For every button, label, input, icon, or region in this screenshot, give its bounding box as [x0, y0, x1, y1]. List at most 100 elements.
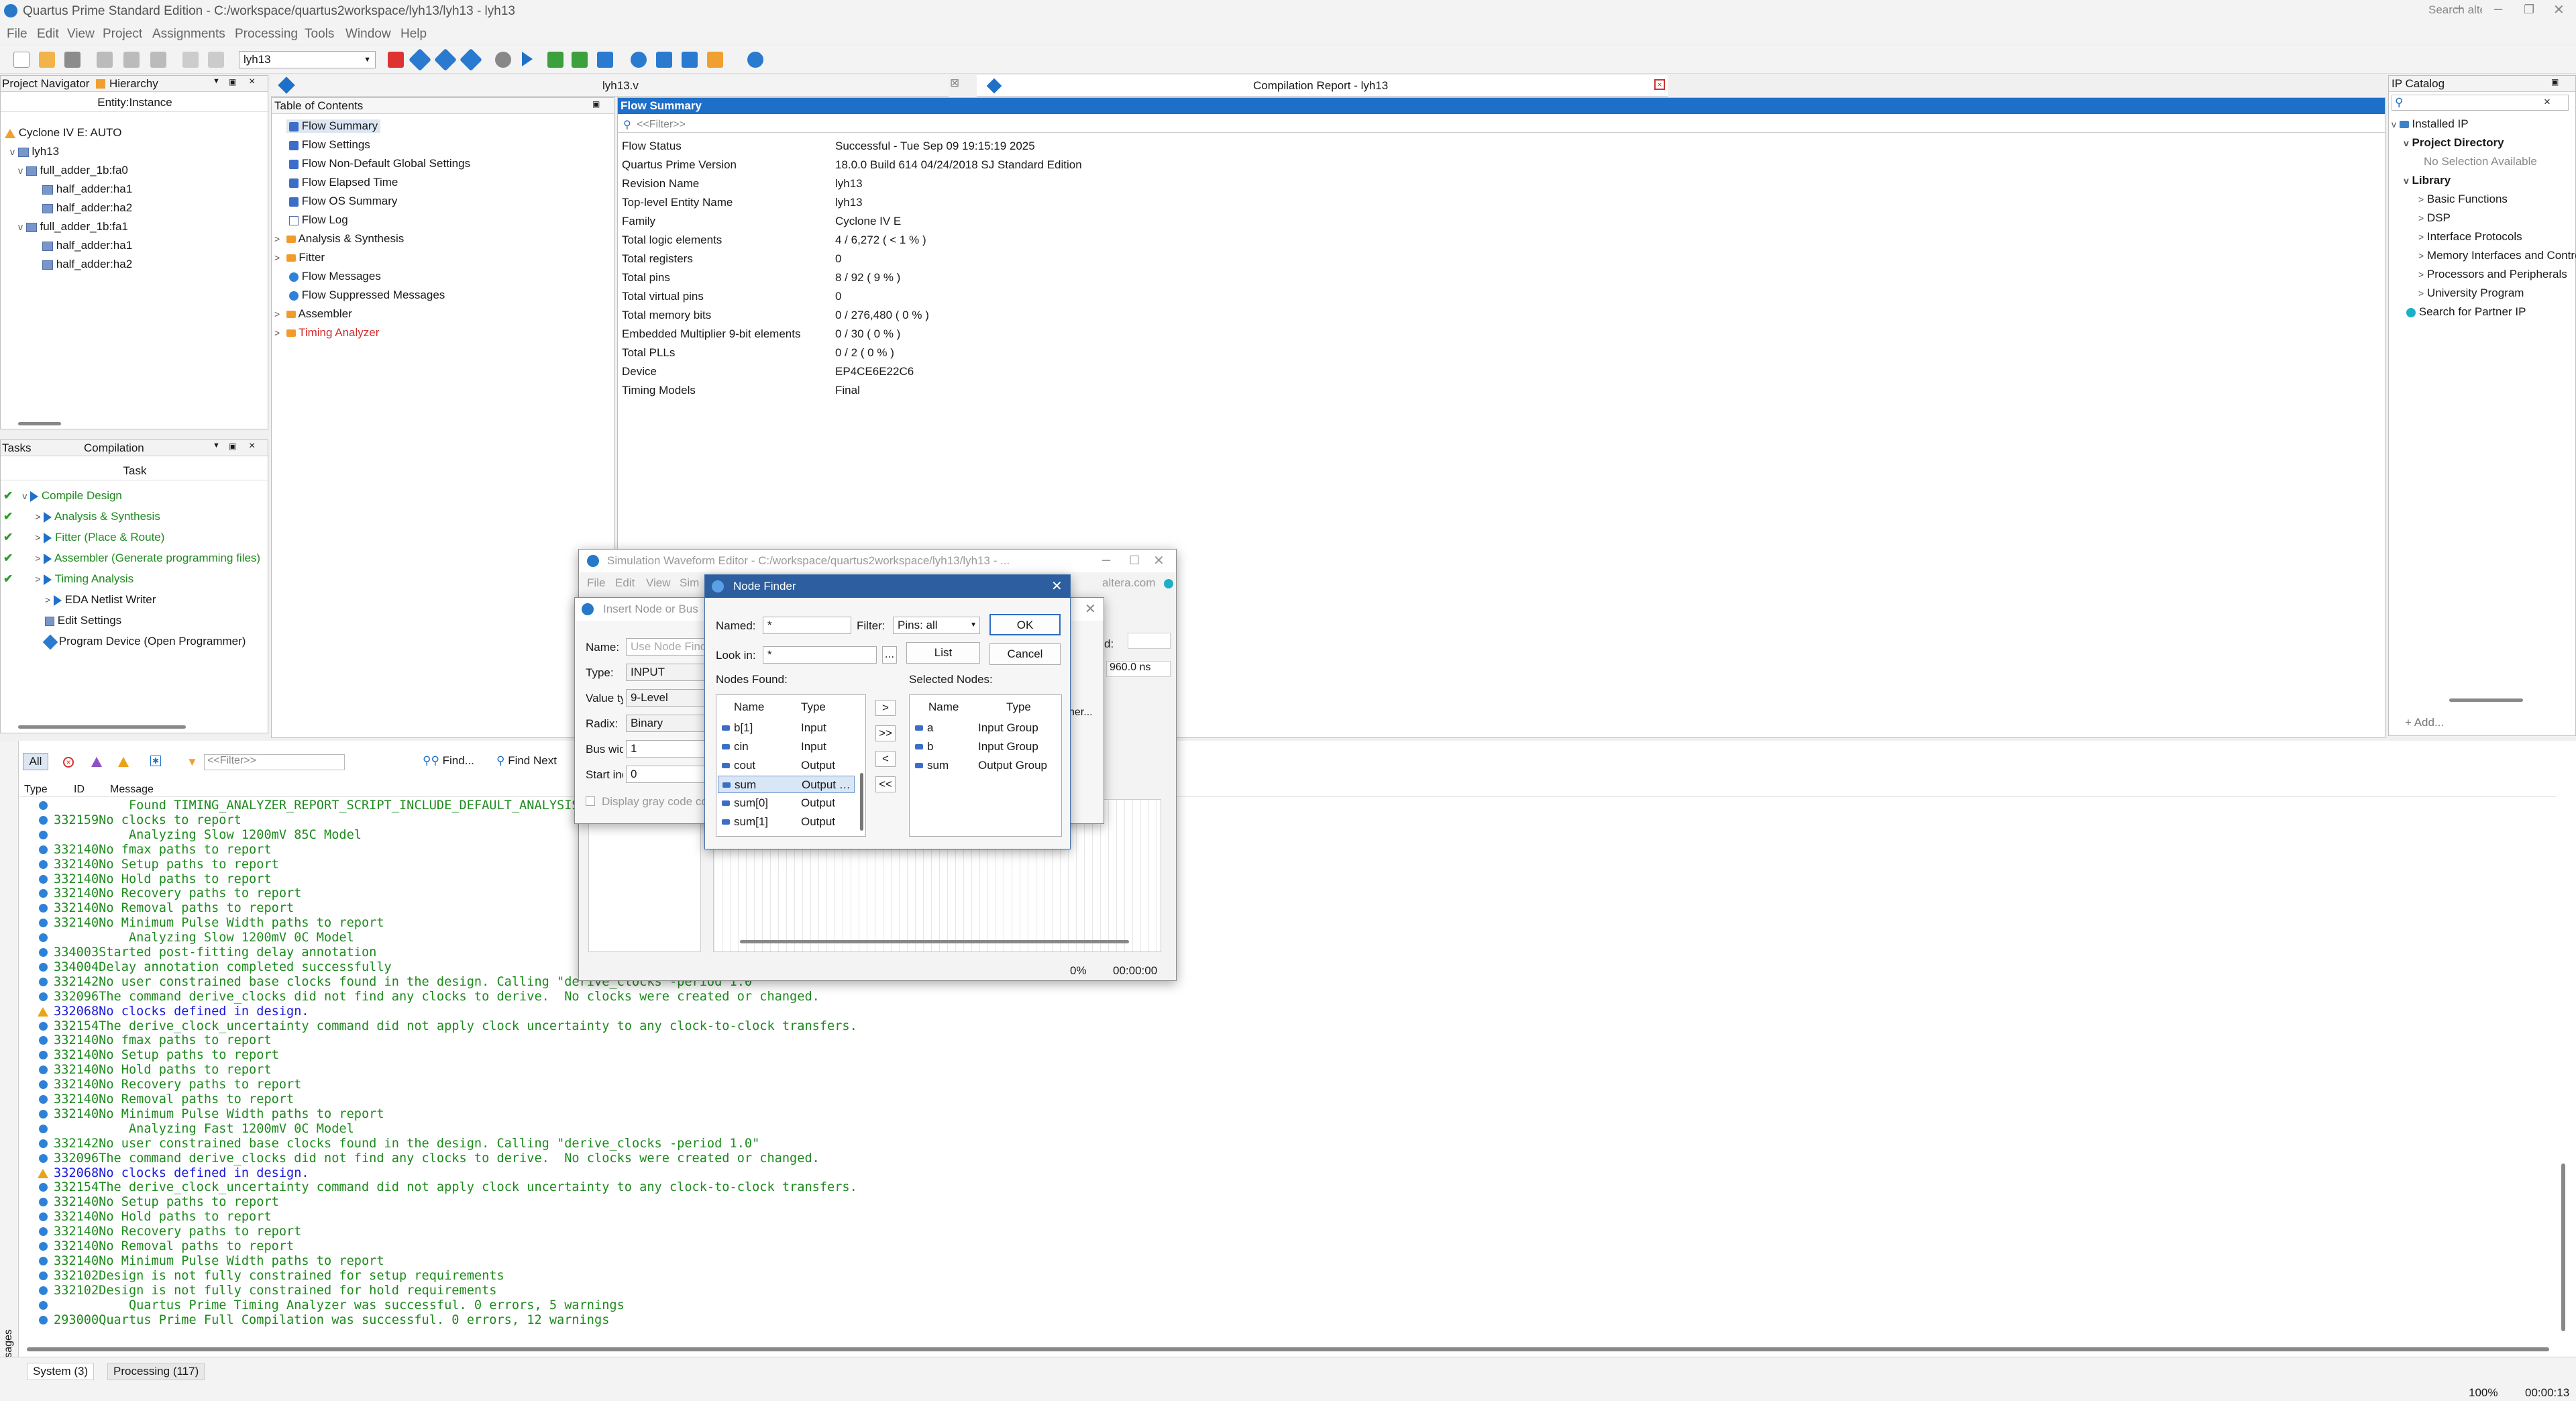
message-line[interactable]: 332140No Minimum Pulse Width paths to re… [54, 916, 384, 930]
project-combo[interactable]: lyh13 ▼ [239, 51, 376, 68]
menu-processing[interactable]: Processing [235, 27, 298, 42]
toc-assembler[interactable]: > Assembler [274, 307, 352, 321]
close-window-icon[interactable]: ✕ [2553, 1, 2565, 18]
message-line[interactable]: 332140No Removal paths to report [54, 1239, 294, 1253]
close-icon[interactable]: ✕ [1051, 578, 1063, 594]
menu-view[interactable]: View [67, 27, 95, 42]
chevron-down-icon[interactable]: ▼ [213, 442, 220, 450]
help-chat-icon[interactable] [747, 52, 763, 68]
horizontal-scrollbar[interactable] [18, 725, 186, 729]
ip-university-program[interactable]: > University Program [2418, 287, 2524, 300]
message-line[interactable]: 332154The derive_clock_uncertainty comma… [54, 1180, 857, 1194]
summary-row[interactable]: Top-level Entity Name lyh13 [622, 193, 2366, 212]
found-node-row[interactable]: sum Output Group [718, 776, 855, 793]
undo-icon[interactable] [182, 52, 199, 68]
toc-flow-suppressed[interactable]: Flow Suppressed Messages [289, 289, 445, 302]
message-line[interactable]: 332140No Minimum Pulse Width paths to re… [54, 1254, 384, 1268]
tab-system[interactable]: System (3) [27, 1363, 95, 1380]
message-line[interactable]: 332140No Hold paths to report [54, 1063, 272, 1077]
float-icon[interactable]: ▣ [229, 442, 236, 451]
horizontal-scrollbar[interactable] [27, 1347, 2549, 1351]
task-assembler[interactable]: ✔ > Assembler (Generate programming file… [3, 552, 260, 565]
menu-help[interactable]: Help [400, 27, 427, 42]
tree-item-ha2[interactable]: half_adder:ha2 [42, 258, 132, 271]
message-line[interactable]: Quartus Prime Timing Analyzer was succes… [54, 1298, 625, 1312]
tree-item-fa0[interactable]: v full_adder_1b:fa0 [18, 164, 128, 177]
list-button[interactable]: List [906, 642, 980, 664]
close-icon[interactable]: × [249, 76, 255, 88]
toc-flow-messages[interactable]: Flow Messages [289, 270, 381, 283]
message-line[interactable]: 332102Design is not fully constrained fo… [54, 1269, 504, 1283]
maximize-icon[interactable]: ☐ [1129, 554, 1140, 568]
toc-flow-settings[interactable]: Flow Settings [289, 138, 370, 152]
assembler-icon[interactable] [597, 52, 613, 68]
menu-tools[interactable]: Tools [305, 27, 334, 42]
found-node-row[interactable]: b[1] Input [718, 719, 855, 737]
task-program-device[interactable]: Program Device (Open Programmer) [42, 634, 246, 650]
ip-memory-interfaces[interactable]: > Memory Interfaces and Controllers [2418, 249, 2576, 262]
ip-basic-functions[interactable]: > Basic Functions [2418, 193, 2508, 206]
critical-warning-filter-icon[interactable] [91, 757, 102, 767]
filter-all-button[interactable]: All [23, 753, 48, 770]
flow-selector[interactable]: Compilation [84, 442, 144, 455]
found-node-row[interactable]: sum[1] Output [718, 813, 855, 831]
task-fitter[interactable]: ✔ > Fitter (Place & Route) [3, 531, 164, 544]
message-line[interactable]: 334003Started post-fitting delay annotat… [54, 945, 376, 959]
close-icon[interactable]: ✕ [1153, 552, 1165, 569]
summary-row[interactable]: Total pins 8 / 92 ( 9 % ) [622, 268, 2366, 287]
end-time-field[interactable]: 960.0 ns [1106, 661, 1171, 677]
timing-analyzer-icon[interactable] [631, 52, 647, 68]
suppress-icon[interactable]: ✱ [150, 756, 161, 766]
timing-icon[interactable] [434, 48, 457, 71]
close-icon[interactable]: ✕ [1085, 601, 1096, 617]
ip-dsp[interactable]: > DSP [2418, 211, 2451, 225]
ip-library[interactable]: v Library [2404, 174, 2451, 187]
selected-node-row[interactable]: sum Output Group [911, 757, 1060, 774]
message-line[interactable]: 332140No Setup paths to report [54, 1195, 279, 1209]
cut-icon[interactable] [97, 52, 113, 68]
menu-project[interactable]: Project [103, 27, 142, 42]
menu-edit[interactable]: Edit [37, 27, 59, 42]
toc-timing-analyzer[interactable]: > Timing Analyzer [274, 326, 379, 340]
message-line[interactable]: 332142No user constrained base clocks fo… [54, 1137, 759, 1151]
message-line[interactable]: 332140No Recovery paths to report [54, 886, 301, 900]
save-icon[interactable] [64, 52, 80, 68]
toc-flow-log[interactable]: Flow Log [289, 213, 348, 227]
redo-icon[interactable] [208, 52, 224, 68]
fitter-icon[interactable] [572, 52, 588, 68]
task-edit-settings[interactable]: Edit Settings [45, 614, 121, 627]
start-compilation-icon[interactable] [522, 52, 533, 66]
summary-row[interactable]: Total memory bits 0 / 276,480 ( 0 % ) [622, 306, 2366, 325]
find-next-button[interactable]: ⚲ Find Next [496, 754, 557, 768]
toc-flow-non-default[interactable]: Flow Non-Default Global Settings [289, 157, 470, 170]
summary-row[interactable]: Total logic elements 4 / 6,272 ( < 1 % ) [622, 231, 2366, 250]
message-line[interactable]: 334004Delay annotation completed success… [54, 960, 392, 974]
toc-analysis-synthesis[interactable]: > Analysis & Synthesis [274, 232, 404, 246]
message-line[interactable]: Analyzing Slow 1200mV 0C Model [54, 931, 354, 945]
message-line[interactable]: Found TIMING_ANALYZER_REPORT_SCRIPT_INCL… [54, 798, 617, 813]
home-icon[interactable] [278, 76, 295, 94]
assignment-editor-icon[interactable] [388, 52, 404, 68]
gray-code-checkbox[interactable] [586, 796, 595, 806]
analysis-icon[interactable] [547, 52, 564, 68]
found-node-row[interactable]: cout Output [718, 757, 855, 774]
message-line[interactable]: 332140No fmax paths to report [54, 1033, 272, 1047]
tab-compilation-report[interactable]: Compilation Report - lyh13 [1253, 79, 1388, 93]
summary-row[interactable]: Family Cyclone IV E [622, 212, 2366, 231]
message-line[interactable]: 332140No Recovery paths to report [54, 1225, 301, 1239]
view-selector[interactable]: Hierarchy [109, 77, 158, 91]
ip-processors[interactable]: > Processors and Peripherals [2418, 268, 2567, 281]
search-icon[interactable] [1164, 579, 1173, 588]
tree-item-lyh13[interactable]: v lyh13 [10, 145, 59, 158]
menu-window[interactable]: Window [345, 27, 391, 42]
task-eda-netlist[interactable]: > EDA Netlist Writer [45, 593, 156, 607]
minimize-icon[interactable]: – [1102, 551, 1110, 568]
error-filter-icon[interactable]: × [63, 757, 74, 768]
minimize-icon[interactable]: – [2494, 0, 2502, 17]
copy-icon[interactable] [123, 52, 140, 68]
message-line[interactable]: 332140No Removal paths to report [54, 1092, 294, 1106]
message-line[interactable]: 332102Design is not fully constrained fo… [54, 1284, 496, 1298]
found-node-row[interactable]: sum[0] Output [718, 794, 855, 812]
message-line[interactable]: 332140No fmax paths to report [54, 843, 272, 857]
filter-bar[interactable]: ⚲ <<Filter>> [618, 117, 2385, 133]
